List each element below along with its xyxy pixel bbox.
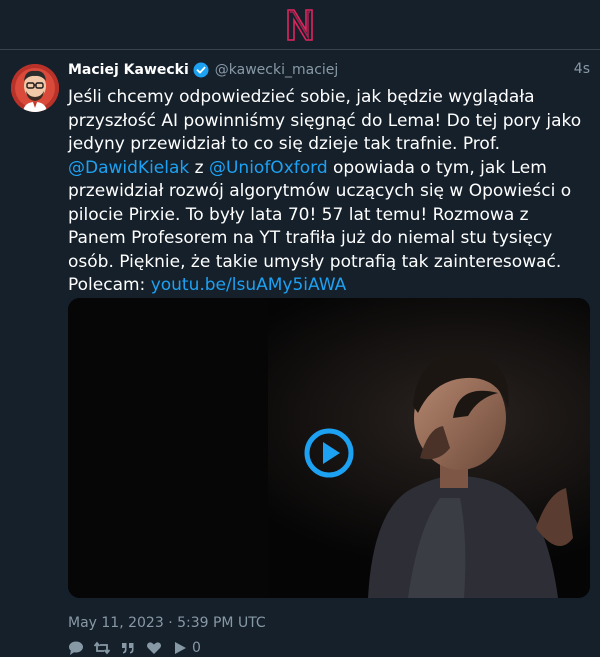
nitter-logo-icon[interactable] bbox=[285, 8, 315, 42]
tweet-header: Maciej Kawecki @kawecki_maciej bbox=[68, 61, 590, 79]
like-button[interactable] bbox=[146, 640, 162, 656]
tweet-text: Jeśli chcemy odpowiedzieć sobie, jak będ… bbox=[68, 86, 590, 298]
author-name[interactable]: Maciej Kawecki bbox=[68, 62, 189, 78]
quote-icon bbox=[122, 643, 134, 654]
mention-link[interactable]: @UniofOxford bbox=[209, 158, 328, 178]
play-icon[interactable] bbox=[304, 428, 354, 478]
external-link[interactable]: youtu.be/lsuAMy5iAWA bbox=[151, 275, 347, 295]
play-count-value: 0 bbox=[192, 640, 201, 656]
video-player[interactable] bbox=[68, 298, 590, 598]
heart-icon bbox=[147, 642, 161, 654]
tweet-text-part: z bbox=[189, 157, 209, 178]
avatar[interactable] bbox=[11, 64, 59, 112]
tweet[interactable]: Maciej Kawecki @kawecki_maciej 4s Jeśli … bbox=[0, 51, 600, 656]
comment-icon bbox=[69, 641, 83, 655]
verified-badge-icon bbox=[193, 62, 209, 78]
author-handle[interactable]: @kawecki_maciej bbox=[215, 62, 339, 78]
mention-link[interactable]: @DawidKielak bbox=[68, 158, 189, 178]
retweet-button[interactable] bbox=[94, 640, 110, 656]
tweet-content: Maciej Kawecki @kawecki_maciej 4s Jeśli … bbox=[68, 61, 590, 656]
play-count-icon bbox=[175, 642, 186, 654]
tweet-timestamp[interactable]: May 11, 2023 · 5:39 PM UTC bbox=[68, 615, 266, 631]
tweet-time[interactable]: 4s bbox=[574, 61, 590, 77]
tweet-text-part: Jeśli chcemy odpowiedzieć sobie, jak będ… bbox=[68, 87, 582, 154]
play-count[interactable]: 0 bbox=[172, 640, 201, 656]
quote-button[interactable] bbox=[120, 640, 136, 656]
top-bar bbox=[0, 0, 600, 50]
retweet-icon bbox=[94, 641, 110, 655]
reply-button[interactable] bbox=[68, 640, 84, 656]
tweet-actions: 0 bbox=[68, 639, 211, 657]
